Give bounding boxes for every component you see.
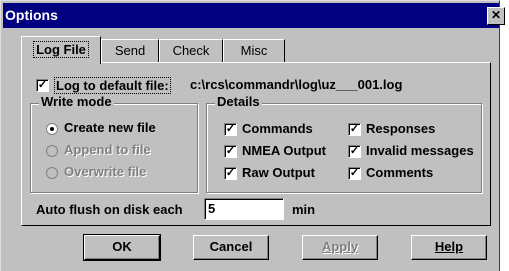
tab-check[interactable]: Check (159, 39, 223, 62)
details-title: Details (215, 94, 262, 109)
commands-label[interactable]: Commands (242, 121, 313, 136)
commands-checkbox[interactable]: ✓ (224, 123, 237, 136)
options-dialog: Options ✕ Log File Send Check Misc ✓ Log… (0, 0, 505, 271)
help-button-label: Help (434, 239, 464, 254)
tab-misc-label: Misc (240, 43, 268, 58)
tab-misc[interactable]: Misc (223, 39, 285, 62)
append-to-file-radio[interactable] (46, 145, 58, 157)
responses-checkbox[interactable]: ✓ (348, 123, 361, 136)
tab-log-file[interactable]: Log File (21, 36, 101, 64)
tab-send-label: Send (114, 43, 146, 58)
comments-checkbox[interactable]: ✓ (348, 167, 361, 180)
help-button[interactable]: Help (411, 235, 487, 260)
invalid-messages-checkbox[interactable]: ✓ (348, 145, 361, 158)
log-to-default-checkbox[interactable]: ✓ (36, 79, 49, 92)
close-icon[interactable]: ✕ (487, 7, 505, 25)
comments-label[interactable]: Comments (366, 165, 433, 180)
apply-button-label: Apply (321, 239, 359, 254)
raw-output-label[interactable]: Raw Output (242, 165, 315, 180)
tab-log-file-label: Log File (33, 41, 89, 58)
responses-label[interactable]: Responses (366, 121, 435, 136)
nmea-output-checkbox[interactable]: ✓ (224, 145, 237, 158)
auto-flush-input[interactable]: 5 (204, 198, 284, 220)
invalid-messages-label[interactable]: Invalid messages (366, 143, 474, 158)
create-new-file-label[interactable]: Create new file (64, 120, 156, 135)
log-file-panel: ✓ Log to default file: c:\rcs\commandr\l… (21, 62, 491, 226)
nmea-output-label[interactable]: NMEA Output (242, 143, 326, 158)
raw-output-checkbox[interactable]: ✓ (224, 167, 237, 180)
ok-button[interactable]: OK (83, 234, 161, 261)
title-bar[interactable]: Options ✕ (3, 3, 505, 28)
apply-button[interactable]: Apply (302, 235, 378, 260)
log-file-path: c:\rcs\commandr\log\uz___001.log (190, 77, 403, 92)
append-to-file-label[interactable]: Append to file (64, 142, 151, 157)
create-new-file-radio[interactable] (46, 123, 58, 135)
cancel-button[interactable]: Cancel (193, 235, 269, 260)
write-mode-title: Write mode (39, 94, 114, 109)
log-to-default-label[interactable]: Log to default file: (54, 77, 171, 94)
tab-send[interactable]: Send (101, 39, 159, 62)
auto-flush-label: Auto flush on disk each (36, 202, 183, 217)
tab-check-label: Check (172, 43, 210, 58)
overwrite-file-label[interactable]: Overwrite file (64, 164, 146, 179)
auto-flush-unit: min (292, 202, 316, 217)
window-title: Options (5, 7, 58, 23)
overwrite-file-radio[interactable] (46, 167, 58, 179)
